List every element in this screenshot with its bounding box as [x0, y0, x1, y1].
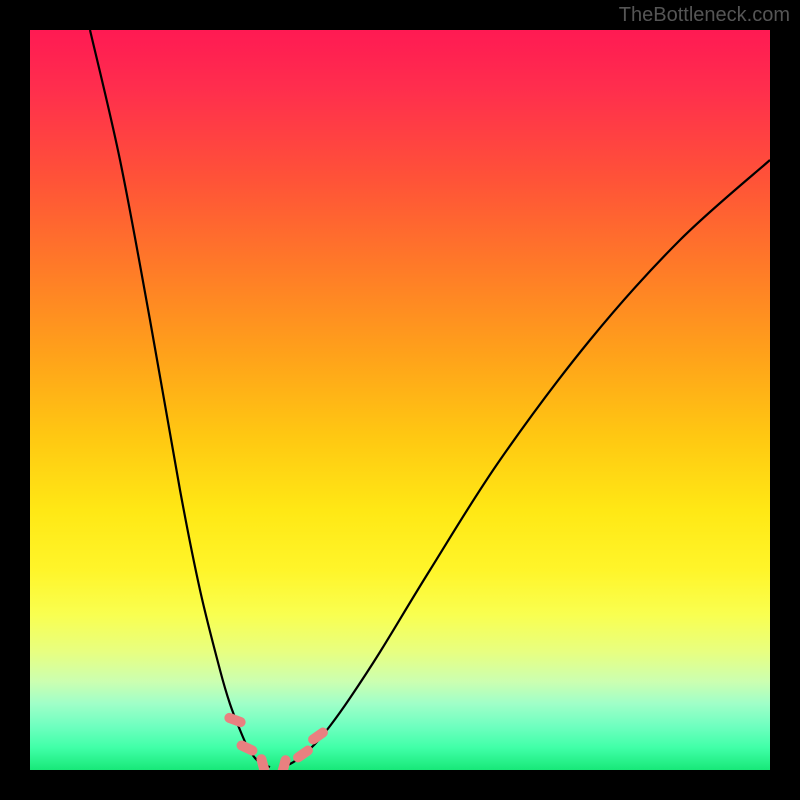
curve-mark: [306, 726, 330, 747]
chart-container: TheBottleneck.com: [0, 0, 800, 800]
curve-marks: [223, 712, 330, 770]
plot-area: [30, 30, 770, 770]
curve-mark: [255, 753, 270, 770]
curve-left: [90, 30, 270, 767]
curve-mark: [235, 739, 259, 757]
curve-right: [280, 160, 770, 767]
curve-layer: [30, 30, 770, 770]
curve-mark: [276, 754, 291, 770]
curve-mark: [223, 712, 247, 729]
watermark: TheBottleneck.com: [619, 4, 790, 27]
